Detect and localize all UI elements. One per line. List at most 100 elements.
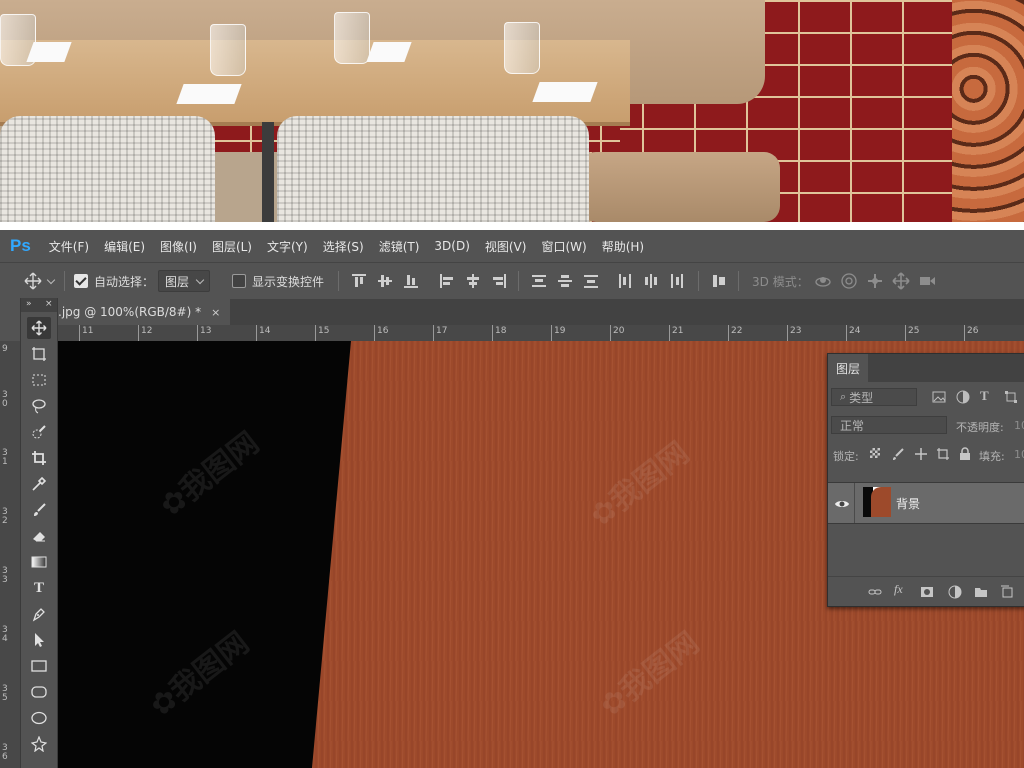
close-icon[interactable]: × — [211, 306, 220, 319]
lock-label: 锁定: — [833, 450, 859, 463]
3d-pan-icon[interactable] — [866, 263, 884, 299]
distribute-bottom-icon[interactable] — [584, 274, 598, 288]
align-left-icon[interactable] — [440, 274, 454, 288]
new-layer-icon[interactable] — [1000, 584, 1014, 603]
auto-select-checkbox[interactable]: 自动选择： — [74, 263, 154, 299]
menu-image[interactable]: 图像(I) — [160, 238, 197, 255]
lasso-icon — [32, 399, 46, 414]
menu-view[interactable]: 视图(V) — [485, 238, 527, 255]
layer-row[interactable]: 背景 — [828, 482, 1024, 524]
quick-select-tool[interactable] — [27, 421, 51, 443]
collapse-icon[interactable]: » — [26, 299, 32, 309]
rounded-rect-tool[interactable] — [27, 681, 51, 703]
lock-pixels-icon[interactable] — [891, 446, 905, 465]
ruler-tick-label: 23 — [790, 326, 802, 336]
lasso-tool[interactable] — [27, 395, 51, 417]
blend-mode-dropdown[interactable]: 正常 — [831, 416, 947, 434]
menu-3d[interactable]: 3D(D) — [434, 239, 469, 253]
ruler-tick-label: 19 — [554, 326, 566, 336]
distribute-right-icon[interactable] — [670, 274, 684, 288]
layer-filter-dropdown[interactable]: ⌕ 类型 — [831, 388, 917, 406]
brush-tool[interactable] — [27, 499, 51, 521]
distribute-top-icon[interactable] — [532, 274, 546, 288]
rectangle-tool[interactable] — [27, 655, 51, 677]
distribute-hcenter-icon[interactable] — [644, 274, 658, 288]
ellipse-tool[interactable] — [27, 707, 51, 729]
align-right-icon[interactable] — [492, 274, 506, 288]
3d-roll-icon[interactable] — [840, 263, 858, 299]
ruler-tick-label: 24 — [849, 326, 861, 336]
lock-transparent-icon[interactable] — [870, 448, 880, 458]
search-icon: ⌕ — [840, 390, 847, 403]
auto-select-target-dropdown[interactable]: 图层 — [158, 263, 211, 299]
gradient-tool[interactable] — [27, 551, 51, 573]
ruler-tick-label: 21 — [672, 326, 684, 336]
align-hcenter-icon[interactable] — [466, 274, 480, 288]
3d-slide-icon[interactable] — [892, 263, 910, 299]
menu-filter[interactable]: 滤镜(T) — [379, 238, 420, 255]
filter-adjustment-icon[interactable] — [956, 389, 970, 408]
filter-shape-icon[interactable] — [1004, 389, 1018, 408]
mask-icon[interactable] — [920, 584, 934, 603]
filter-pixel-icon[interactable] — [932, 389, 946, 408]
align-bottom-icon[interactable] — [404, 274, 418, 288]
custom-shape-icon — [31, 736, 47, 752]
path-select-tool[interactable] — [27, 629, 51, 651]
checkbox-unchecked-icon — [232, 274, 246, 288]
photo-chair — [0, 116, 215, 222]
type-icon: T — [33, 579, 44, 596]
menu-select[interactable]: 选择(S) — [323, 238, 364, 255]
distribute-vcenter-icon[interactable] — [558, 274, 572, 288]
show-transform-label: 显示变换控件 — [252, 274, 325, 289]
lock-all-icon[interactable] — [959, 446, 971, 465]
ruler-tick-label: 20 — [613, 326, 625, 336]
ruler-tick-label: 9 — [2, 344, 8, 354]
menu-file[interactable]: 文件(F) — [49, 238, 89, 255]
ps-logo: Ps — [10, 236, 31, 255]
auto-align-icon[interactable] — [712, 274, 726, 288]
blend-mode: 正常 — [840, 418, 865, 433]
folder-icon[interactable] — [974, 584, 988, 603]
3d-rotate-icon[interactable] — [814, 263, 832, 299]
eyedropper-tool[interactable] — [27, 473, 51, 495]
menu-layer[interactable]: 图层(L) — [212, 238, 252, 255]
eraser-tool[interactable] — [27, 525, 51, 547]
filter-type-icon[interactable]: T — [980, 388, 989, 404]
move-tool-preset[interactable] — [24, 263, 56, 299]
lock-position-icon[interactable] — [914, 446, 928, 465]
quick-select-icon — [32, 425, 46, 439]
opacity-value[interactable]: 10 — [1014, 419, 1024, 432]
pen-tool[interactable] — [27, 603, 51, 625]
divider — [64, 271, 65, 291]
menu-help[interactable]: 帮助(H) — [602, 238, 644, 255]
move-tool[interactable] — [27, 317, 51, 339]
opacity-label: 不透明度: — [956, 421, 1004, 434]
ruler-tick-label: 13 — [200, 326, 212, 336]
close-icon[interactable]: × — [45, 299, 53, 309]
lock-artboard-icon[interactable] — [936, 446, 950, 465]
fx-icon[interactable]: fx — [894, 582, 903, 597]
menu-type[interactable]: 文字(Y) — [267, 238, 308, 255]
eye-icon[interactable] — [834, 495, 850, 514]
type-tool[interactable]: T — [27, 577, 51, 599]
menu-window[interactable]: 窗口(W) — [541, 238, 586, 255]
align-vcenter-icon[interactable] — [378, 274, 392, 288]
menu-edit[interactable]: 编辑(E) — [104, 238, 145, 255]
custom-shape-tool[interactable] — [27, 733, 51, 755]
3d-scale-icon[interactable] — [918, 263, 936, 299]
crop-tool[interactable] — [27, 447, 51, 469]
ruler-tick-label: 31 — [2, 448, 8, 467]
align-top-icon[interactable] — [352, 274, 366, 288]
distribute-left-icon[interactable] — [618, 274, 632, 288]
tab-layers[interactable]: 图层 — [828, 354, 868, 382]
divider — [698, 271, 699, 291]
photo-glass — [504, 22, 540, 74]
show-transform-checkbox[interactable]: 显示变换控件 — [232, 263, 324, 299]
marquee-tool[interactable] — [27, 369, 51, 391]
eraser-icon — [33, 532, 45, 542]
adjustment-layer-icon[interactable] — [948, 584, 962, 603]
link-icon[interactable] — [868, 584, 882, 603]
photo-napkin — [176, 84, 242, 104]
fill-value[interactable]: 10 — [1014, 448, 1024, 461]
artboard-tool[interactable] — [27, 343, 51, 365]
